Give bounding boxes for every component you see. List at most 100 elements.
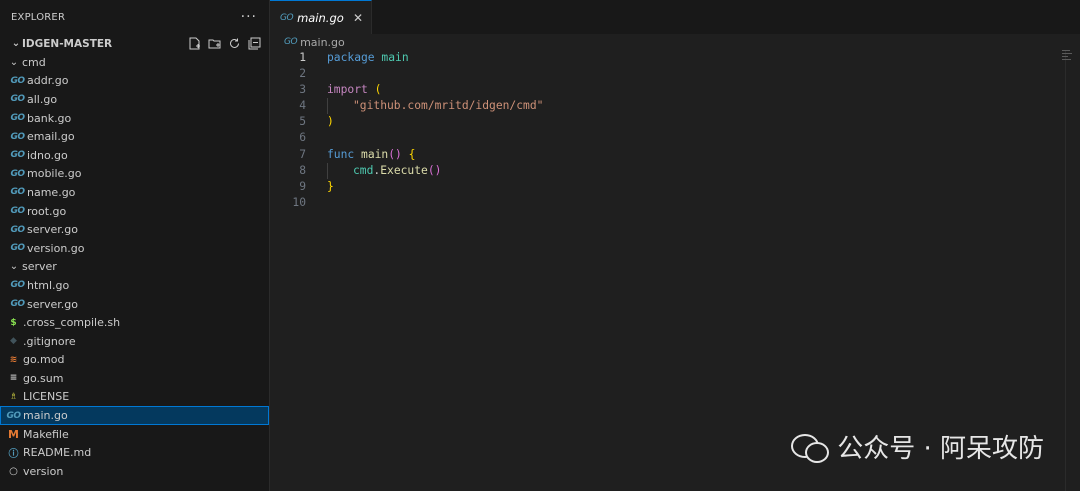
- tree-item-label: name.go: [27, 185, 76, 199]
- folder-item[interactable]: ⌄ server: [0, 258, 269, 277]
- code-line: 2: [270, 66, 1080, 82]
- file-item[interactable]: GO name.go: [0, 183, 269, 202]
- keyword: func: [327, 147, 355, 161]
- go-mod-icon: ≋: [9, 354, 18, 365]
- breadcrumb[interactable]: GO main.go: [270, 34, 1080, 50]
- code-line: 3 import (: [270, 82, 1080, 98]
- bracket: ): [327, 115, 334, 129]
- code-line: 8 cmd. Execute(): [270, 162, 1080, 179]
- tree-item-label: addr.go: [27, 74, 69, 88]
- tree-item-label: main.go: [23, 409, 68, 423]
- file-item[interactable]: M Makefile: [0, 425, 269, 444]
- keyword: package: [327, 51, 375, 64]
- go-file-icon: GO: [10, 150, 25, 161]
- package-ref: cmd: [353, 163, 374, 177]
- file-item[interactable]: ♗ LICENSE: [0, 388, 269, 407]
- code-line: 4 "github.com/mritd/idgen/cmd": [270, 98, 1080, 115]
- explorer-title: EXPLORER: [11, 11, 66, 23]
- wechat-logo-icon: [791, 430, 830, 464]
- file-item[interactable]: GO html.go: [0, 276, 269, 295]
- file-item[interactable]: ≡ go.sum: [0, 369, 269, 388]
- indent-guide: [327, 162, 353, 179]
- tree-item-label: mobile.go: [27, 167, 82, 181]
- line-number: 3: [299, 83, 306, 97]
- file-item[interactable]: $ .cross_compile.sh: [0, 313, 269, 332]
- line-number: 7: [299, 147, 306, 161]
- go-file-icon: GO: [6, 410, 21, 421]
- new-folder-icon[interactable]: [207, 37, 221, 51]
- tree-item-label: server.go: [27, 297, 79, 311]
- string-literal: "github.com/mritd/idgen/cmd": [353, 99, 544, 113]
- file-item[interactable]: GO server.go: [0, 295, 269, 314]
- workspace-section-header[interactable]: ⌄ IDGEN-MASTER: [0, 34, 269, 53]
- tree-item-label: .gitignore: [23, 334, 76, 348]
- package-name: main: [381, 51, 409, 64]
- explorer-sidebar: EXPLORER ··· ⌄ IDGEN-MASTER ⌄ cmd GO addr.g…: [0, 0, 270, 491]
- file-item[interactable]: GO main.go: [0, 406, 269, 425]
- minimap[interactable]: [1062, 50, 1074, 70]
- more-actions-icon[interactable]: ···: [241, 9, 257, 25]
- file-item[interactable]: GO version.go: [0, 239, 269, 258]
- tree-item-label: go.sum: [23, 371, 64, 385]
- file-item[interactable]: GO root.go: [0, 202, 269, 221]
- go-file-icon: GO: [284, 37, 298, 47]
- line-number: 6: [299, 131, 306, 145]
- code-line: 6: [270, 130, 1080, 146]
- breadcrumb-file: main.go: [300, 35, 345, 49]
- tree-item-label: bank.go: [27, 111, 72, 125]
- file-item[interactable]: GO mobile.go: [0, 165, 269, 184]
- close-icon[interactable]: ✕: [353, 11, 363, 25]
- tab-label: main.go: [297, 10, 344, 25]
- tree-item-label: version.go: [27, 241, 85, 255]
- file-item[interactable]: ⓘ README.md: [0, 443, 269, 462]
- bracket: (: [374, 83, 382, 97]
- file-item[interactable]: GO idno.go: [0, 146, 269, 165]
- file-item[interactable]: GO server.go: [0, 220, 269, 239]
- code-line: 10: [270, 195, 1080, 211]
- chevron-down-icon: ⌄: [9, 56, 19, 68]
- refresh-icon[interactable]: [227, 37, 241, 51]
- line-number: 10: [292, 195, 306, 209]
- minimap-border: [1065, 50, 1066, 491]
- version-file-icon: ○: [9, 465, 18, 477]
- tree-item-label: Makefile: [23, 427, 69, 441]
- go-file-icon: GO: [280, 12, 294, 23]
- editor-area: GO main.go ✕ GO main.go 1 package main 2 …: [270, 0, 1080, 491]
- line-number: 8: [299, 163, 306, 177]
- line-number: 2: [299, 67, 306, 81]
- go-file-icon: GO: [10, 280, 25, 291]
- dot: .: [373, 163, 381, 177]
- file-tree: ⌄ cmd GO addr.go GO all.go GO bank.go GO email.go…: [0, 53, 269, 481]
- tree-item-label: server: [22, 260, 57, 274]
- go-file-icon: GO: [10, 131, 25, 142]
- file-item[interactable]: GO email.go: [0, 127, 269, 146]
- code-editor[interactable]: 1 package main 2 3 import ( 4 "github.com/m…: [270, 50, 1080, 211]
- go-file-icon: GO: [10, 243, 25, 254]
- file-item[interactable]: ○ version: [0, 462, 269, 481]
- tab-main-go[interactable]: GO main.go ✕: [270, 0, 372, 34]
- folder-item[interactable]: ⌄ cmd: [0, 53, 269, 72]
- file-item[interactable]: ≋ go.mod: [0, 351, 269, 370]
- file-item[interactable]: ◆ .gitignore: [0, 332, 269, 351]
- tree-item-label: cmd: [22, 55, 46, 69]
- bracket: (): [427, 163, 442, 177]
- workspace-name: IDGEN-MASTER: [22, 37, 113, 50]
- go-file-icon: GO: [10, 224, 25, 235]
- collapse-all-icon[interactable]: [247, 37, 261, 51]
- new-file-icon[interactable]: [187, 37, 201, 51]
- file-item[interactable]: GO all.go: [0, 90, 269, 109]
- tree-item-label: root.go: [27, 204, 67, 218]
- code-line: 9}: [270, 179, 1080, 195]
- tab-bar: GO main.go ✕: [270, 0, 1080, 34]
- line-number: 9: [299, 179, 306, 193]
- chevron-down-icon: ⌄: [9, 261, 19, 273]
- shell-script-icon: $: [10, 317, 17, 328]
- tree-item-label: idno.go: [27, 148, 68, 162]
- tree-item-label: LICENSE: [23, 390, 70, 404]
- file-item[interactable]: GO addr.go: [0, 72, 269, 91]
- file-item[interactable]: GO bank.go: [0, 109, 269, 128]
- bracket: {: [408, 147, 416, 161]
- go-file-icon: GO: [10, 206, 25, 217]
- bracket: }: [327, 179, 334, 193]
- tree-item-label: go.mod: [23, 353, 65, 367]
